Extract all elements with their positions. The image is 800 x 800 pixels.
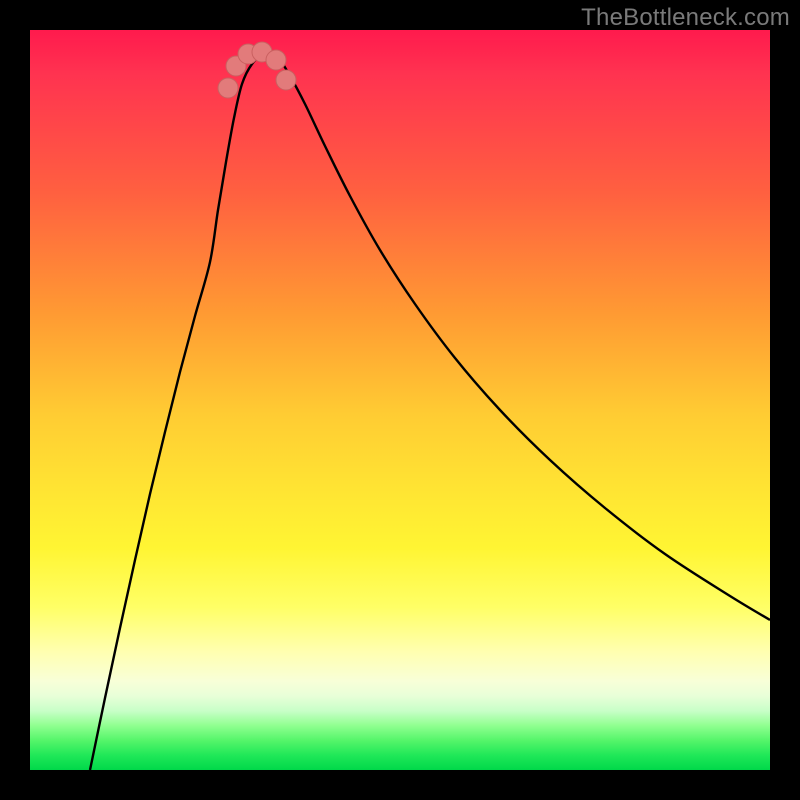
chart-svg [30, 30, 770, 770]
data-marker [276, 70, 296, 90]
data-marker [266, 50, 286, 70]
outer-frame: TheBottleneck.com [0, 0, 800, 800]
data-marker [218, 78, 238, 98]
bottleneck-curve [90, 54, 770, 770]
plot-area [30, 30, 770, 770]
watermark-text: TheBottleneck.com [581, 4, 790, 32]
marker-group [218, 42, 296, 98]
